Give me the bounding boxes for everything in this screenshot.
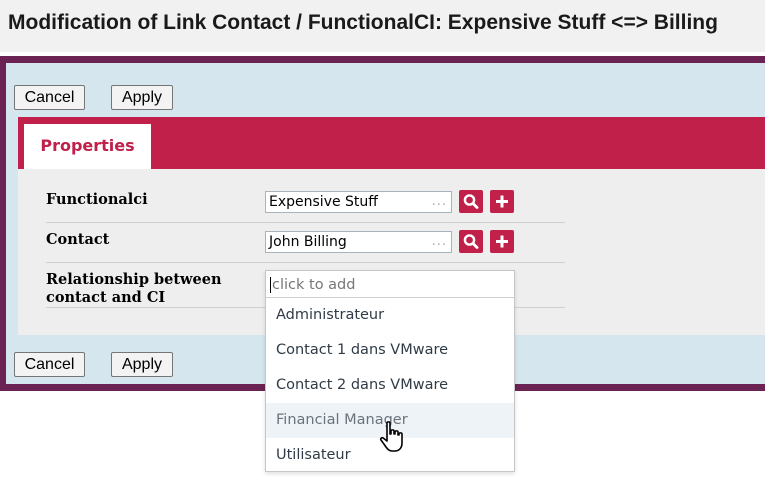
apply-button-top[interactable]: Apply [111,85,173,110]
hand-pointer-icon [379,421,403,452]
relationship-placeholder: click to add [272,277,356,293]
relationship-label-line1: Relationship between [46,271,222,288]
contact-search-button[interactable] [459,230,483,253]
row-divider [46,262,565,263]
contact-more: ... [431,234,447,249]
plus-icon [496,195,508,208]
title-bar: Modification of Link Contact / Functiona… [0,0,765,52]
search-icon [463,194,479,209]
apply-button-bottom[interactable]: Apply [111,352,173,377]
contact-value: John Billing [269,234,347,250]
text-caret [270,277,271,293]
functionalci-search-button[interactable] [459,190,483,213]
dropdown-option[interactable]: Contact 2 dans VMware [266,368,514,403]
search-icon [463,234,479,249]
contact-label: Contact [46,231,110,248]
functionalci-more: ... [431,194,447,209]
plus-icon [496,235,508,248]
tab-properties[interactable]: Properties [24,124,151,169]
functionalci-value: Expensive Stuff [269,194,378,210]
row-divider [46,222,565,223]
relationship-label-line2: contact and CI [46,289,166,306]
contact-input[interactable]: John Billing ... [265,231,452,253]
cancel-button-bottom[interactable]: Cancel [14,352,85,377]
dropdown-option[interactable]: Contact 1 dans VMware [266,333,514,368]
relationship-search-input[interactable]: click to add [266,271,514,298]
page-title: Modification of Link Contact / Functiona… [8,11,718,34]
contact-add-button[interactable] [490,230,514,253]
functionalci-add-button[interactable] [490,190,514,213]
functionalci-input[interactable]: Expensive Stuff ... [265,191,452,213]
relationship-label: Relationship between contact and CI [46,271,222,307]
cancel-button-top[interactable]: Cancel [14,85,85,110]
dropdown-option[interactable]: Administrateur [266,298,514,333]
functionalci-label: Functionalci [46,191,148,208]
